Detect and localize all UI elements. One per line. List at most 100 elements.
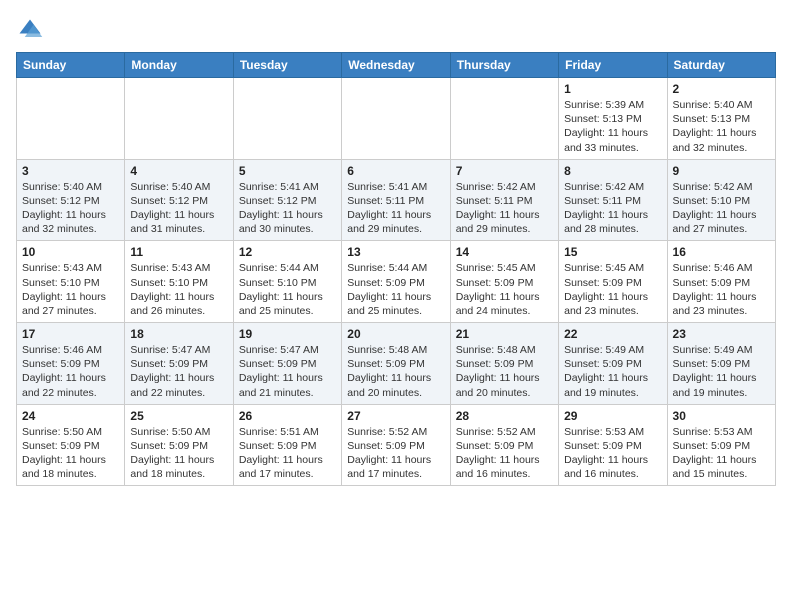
day-info: Sunrise: 5:52 AM Sunset: 5:09 PM Dayligh… <box>347 425 444 482</box>
day-number: 20 <box>347 327 444 341</box>
day-number: 30 <box>673 409 770 423</box>
calendar-cell: 16 Sunrise: 5:46 AM Sunset: 5:09 PM Dayli… <box>667 241 775 323</box>
logo-icon <box>16 16 44 44</box>
page-header <box>16 16 776 44</box>
day-info: Sunrise: 5:44 AM Sunset: 5:10 PM Dayligh… <box>239 261 336 318</box>
day-info: Sunrise: 5:49 AM Sunset: 5:09 PM Dayligh… <box>564 343 661 400</box>
day-info: Sunrise: 5:40 AM Sunset: 5:12 PM Dayligh… <box>22 180 119 237</box>
calendar-cell: 7 Sunrise: 5:42 AM Sunset: 5:11 PM Daylig… <box>450 159 558 241</box>
day-number: 19 <box>239 327 336 341</box>
calendar-cell: 20 Sunrise: 5:48 AM Sunset: 5:09 PM Dayli… <box>342 323 450 405</box>
day-info: Sunrise: 5:39 AM Sunset: 5:13 PM Dayligh… <box>564 98 661 155</box>
calendar-cell: 17Sunrise: 5:46 AM Sunset: 5:09 PM Dayli… <box>17 323 125 405</box>
calendar-cell: 4 Sunrise: 5:40 AM Sunset: 5:12 PM Daylig… <box>125 159 233 241</box>
day-number: 8 <box>564 164 661 178</box>
day-number: 22 <box>564 327 661 341</box>
day-info: Sunrise: 5:50 AM Sunset: 5:09 PM Dayligh… <box>22 425 119 482</box>
weekday-header: Tuesday <box>233 53 341 78</box>
day-number: 6 <box>347 164 444 178</box>
calendar-cell: 13 Sunrise: 5:44 AM Sunset: 5:09 PM Dayli… <box>342 241 450 323</box>
day-info: Sunrise: 5:51 AM Sunset: 5:09 PM Dayligh… <box>239 425 336 482</box>
day-info: Sunrise: 5:52 AM Sunset: 5:09 PM Dayligh… <box>456 425 553 482</box>
logo <box>16 16 48 44</box>
calendar-week-row: 3 Sunrise: 5:40 AM Sunset: 5:12 PM Daylig… <box>17 159 776 241</box>
calendar-cell: 5 Sunrise: 5:41 AM Sunset: 5:12 PM Daylig… <box>233 159 341 241</box>
calendar-cell <box>342 78 450 160</box>
calendar-cell: 10 Sunrise: 5:43 AM Sunset: 5:10 PM Dayli… <box>17 241 125 323</box>
day-number: 7 <box>456 164 553 178</box>
day-info: Sunrise: 5:47 AM Sunset: 5:09 PM Dayligh… <box>239 343 336 400</box>
calendar-cell: 24 Sunrise: 5:50 AM Sunset: 5:09 PM Dayli… <box>17 404 125 486</box>
calendar-cell: 3 Sunrise: 5:40 AM Sunset: 5:12 PM Daylig… <box>17 159 125 241</box>
day-info: Sunrise: 5:42 AM Sunset: 5:11 PM Dayligh… <box>456 180 553 237</box>
day-number: 1 <box>564 82 661 96</box>
day-info: Sunrise: 5:40 AM Sunset: 5:13 PM Dayligh… <box>673 98 770 155</box>
day-info: Sunrise: 5:40 AM Sunset: 5:12 PM Dayligh… <box>130 180 227 237</box>
day-number: 28 <box>456 409 553 423</box>
day-number: 12 <box>239 245 336 259</box>
day-number: 11 <box>130 245 227 259</box>
weekday-header: Monday <box>125 53 233 78</box>
day-info: Sunrise: 5:46 AM Sunset: 5:09 PM Dayligh… <box>673 261 770 318</box>
calendar-cell: 6Sunrise: 5:41 AM Sunset: 5:11 PM Daylig… <box>342 159 450 241</box>
weekday-header: Friday <box>559 53 667 78</box>
calendar-cell: 18Sunrise: 5:47 AM Sunset: 5:09 PM Dayli… <box>125 323 233 405</box>
calendar-cell: 21 Sunrise: 5:48 AM Sunset: 5:09 PM Dayli… <box>450 323 558 405</box>
calendar-week-row: 24 Sunrise: 5:50 AM Sunset: 5:09 PM Dayli… <box>17 404 776 486</box>
calendar-cell: 11Sunrise: 5:43 AM Sunset: 5:10 PM Dayli… <box>125 241 233 323</box>
day-info: Sunrise: 5:42 AM Sunset: 5:10 PM Dayligh… <box>673 180 770 237</box>
day-number: 25 <box>130 409 227 423</box>
calendar-cell: 15 Sunrise: 5:45 AM Sunset: 5:09 PM Dayli… <box>559 241 667 323</box>
day-number: 21 <box>456 327 553 341</box>
day-info: Sunrise: 5:50 AM Sunset: 5:09 PM Dayligh… <box>130 425 227 482</box>
weekday-header: Wednesday <box>342 53 450 78</box>
day-number: 24 <box>22 409 119 423</box>
calendar-cell: 12 Sunrise: 5:44 AM Sunset: 5:10 PM Dayli… <box>233 241 341 323</box>
day-number: 3 <box>22 164 119 178</box>
day-info: Sunrise: 5:48 AM Sunset: 5:09 PM Dayligh… <box>347 343 444 400</box>
day-info: Sunrise: 5:46 AM Sunset: 5:09 PM Dayligh… <box>22 343 119 400</box>
day-number: 4 <box>130 164 227 178</box>
day-info: Sunrise: 5:45 AM Sunset: 5:09 PM Dayligh… <box>564 261 661 318</box>
day-info: Sunrise: 5:53 AM Sunset: 5:09 PM Dayligh… <box>673 425 770 482</box>
calendar-cell: 1 Sunrise: 5:39 AM Sunset: 5:13 PM Daylig… <box>559 78 667 160</box>
day-info: Sunrise: 5:48 AM Sunset: 5:09 PM Dayligh… <box>456 343 553 400</box>
calendar-cell: 29 Sunrise: 5:53 AM Sunset: 5:09 PM Dayli… <box>559 404 667 486</box>
calendar-cell: 14Sunrise: 5:45 AM Sunset: 5:09 PM Dayli… <box>450 241 558 323</box>
calendar-cell <box>450 78 558 160</box>
calendar-cell: 25 Sunrise: 5:50 AM Sunset: 5:09 PM Dayli… <box>125 404 233 486</box>
calendar-cell: 23Sunrise: 5:49 AM Sunset: 5:09 PM Dayli… <box>667 323 775 405</box>
day-number: 9 <box>673 164 770 178</box>
calendar-week-row: 17Sunrise: 5:46 AM Sunset: 5:09 PM Dayli… <box>17 323 776 405</box>
calendar-cell <box>233 78 341 160</box>
day-info: Sunrise: 5:44 AM Sunset: 5:09 PM Dayligh… <box>347 261 444 318</box>
day-number: 10 <box>22 245 119 259</box>
day-info: Sunrise: 5:43 AM Sunset: 5:10 PM Dayligh… <box>22 261 119 318</box>
calendar-cell <box>17 78 125 160</box>
calendar-cell: 22 Sunrise: 5:49 AM Sunset: 5:09 PM Dayli… <box>559 323 667 405</box>
calendar-cell: 2 Sunrise: 5:40 AM Sunset: 5:13 PM Daylig… <box>667 78 775 160</box>
day-info: Sunrise: 5:42 AM Sunset: 5:11 PM Dayligh… <box>564 180 661 237</box>
day-number: 15 <box>564 245 661 259</box>
day-info: Sunrise: 5:53 AM Sunset: 5:09 PM Dayligh… <box>564 425 661 482</box>
calendar-week-row: 10 Sunrise: 5:43 AM Sunset: 5:10 PM Dayli… <box>17 241 776 323</box>
calendar-table: SundayMondayTuesdayWednesdayThursdayFrid… <box>16 52 776 486</box>
day-number: 13 <box>347 245 444 259</box>
day-number: 29 <box>564 409 661 423</box>
day-number: 2 <box>673 82 770 96</box>
calendar-cell: 30 Sunrise: 5:53 AM Sunset: 5:09 PM Dayli… <box>667 404 775 486</box>
day-number: 16 <box>673 245 770 259</box>
calendar-cell: 28 Sunrise: 5:52 AM Sunset: 5:09 PM Dayli… <box>450 404 558 486</box>
day-info: Sunrise: 5:41 AM Sunset: 5:12 PM Dayligh… <box>239 180 336 237</box>
weekday-header: Saturday <box>667 53 775 78</box>
day-info: Sunrise: 5:49 AM Sunset: 5:09 PM Dayligh… <box>673 343 770 400</box>
day-number: 27 <box>347 409 444 423</box>
day-number: 5 <box>239 164 336 178</box>
calendar-cell: 27 Sunrise: 5:52 AM Sunset: 5:09 PM Dayli… <box>342 404 450 486</box>
calendar-header-row: SundayMondayTuesdayWednesdayThursdayFrid… <box>17 53 776 78</box>
weekday-header: Thursday <box>450 53 558 78</box>
day-number: 26 <box>239 409 336 423</box>
calendar-cell: 9 Sunrise: 5:42 AM Sunset: 5:10 PM Daylig… <box>667 159 775 241</box>
day-info: Sunrise: 5:45 AM Sunset: 5:09 PM Dayligh… <box>456 261 553 318</box>
day-info: Sunrise: 5:47 AM Sunset: 5:09 PM Dayligh… <box>130 343 227 400</box>
